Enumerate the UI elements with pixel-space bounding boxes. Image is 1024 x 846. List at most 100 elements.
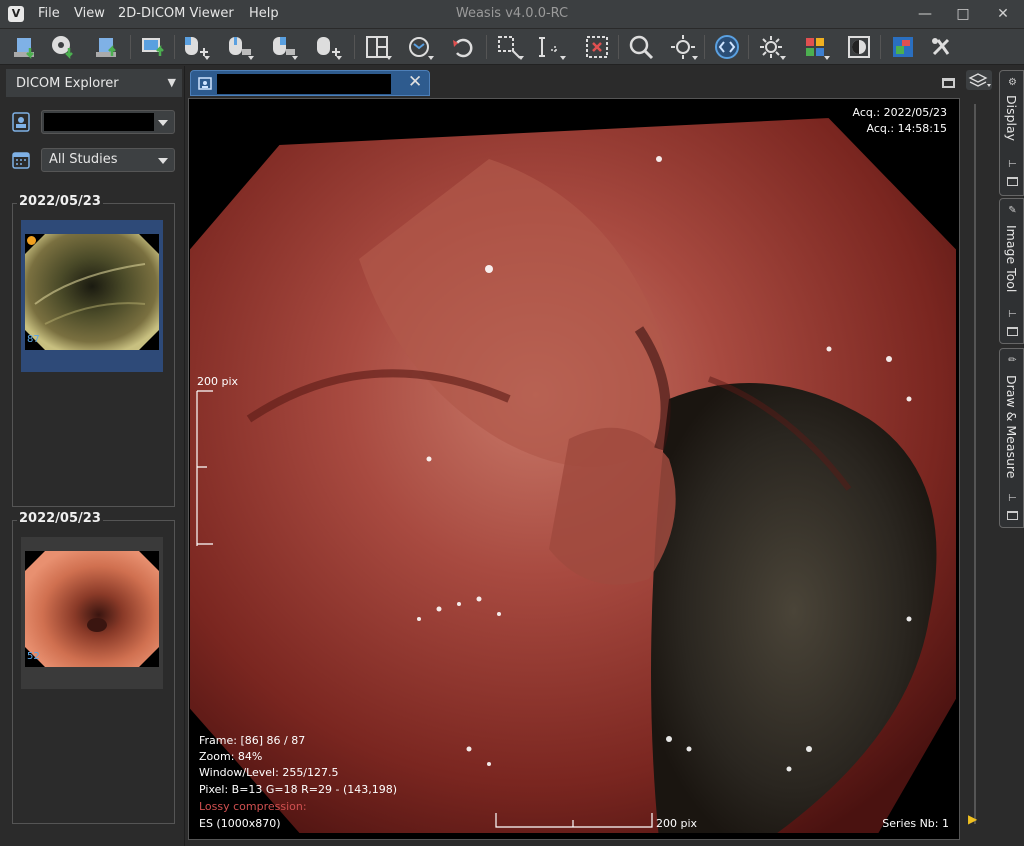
menu-help[interactable]: Help — [249, 6, 279, 21]
dicom-image-icon — [197, 75, 213, 91]
import-dicom-icon[interactable] — [10, 32, 40, 62]
tab-display-label: Display — [1004, 95, 1019, 142]
toolbar-separator — [174, 35, 175, 59]
mouse-wheel-pan-icon[interactable] — [312, 32, 342, 62]
study-group: 2022/05/23 87 — [12, 194, 175, 507]
image-viewer[interactable]: 200 pix Acq.: 2022/05/23 Acq.: 14:58:15 … — [188, 98, 960, 840]
maximize-viewer-icon[interactable] — [942, 78, 955, 88]
close-window-icon[interactable]: ✕ — [988, 4, 1018, 24]
vertical-scale-label: 200 pix — [197, 375, 239, 388]
patient-select[interactable] — [41, 110, 175, 134]
measure-line-icon[interactable] — [536, 32, 566, 62]
zoom-info: Zoom: 84% — [199, 750, 263, 763]
toolbar-separator — [130, 35, 131, 59]
status-dot-icon — [27, 236, 36, 245]
pixel-info: Pixel: B=13 G=18 R=29 - (143,198) — [199, 783, 398, 796]
tools-icon[interactable] — [926, 32, 956, 62]
toolbar-separator — [618, 35, 619, 59]
toolbar-separator — [486, 35, 487, 59]
title-bar: V File View 2D-DICOM Viewer Help Weasis … — [0, 0, 1024, 29]
pin-icon[interactable]: ⊢ — [1006, 309, 1019, 320]
mouse-right-stack-icon[interactable] — [268, 32, 298, 62]
acquisition-time: Acq.: 14:58:15 — [866, 122, 947, 135]
lossy-compression-warning: Lossy compression: — [199, 800, 307, 813]
thumbnail-frame-count: 87 — [27, 334, 40, 345]
float-window-icon[interactable] — [1007, 511, 1018, 520]
delete-measure-icon[interactable] — [582, 32, 612, 62]
vertical-scale-bar — [196, 390, 213, 546]
toolbar-separator — [354, 35, 355, 59]
mouse-left-pan-icon[interactable] — [180, 32, 210, 62]
float-window-icon[interactable] — [1007, 327, 1018, 336]
calendar-icon — [12, 150, 30, 170]
thumbnail-frame-count: 52 — [27, 651, 40, 662]
toolbar-separator — [748, 35, 749, 59]
tab-draw-measure[interactable]: ✏ Draw & Measure ⊢ — [999, 348, 1024, 528]
menu-2d-dicom-viewer[interactable]: 2D-DICOM Viewer — [118, 6, 234, 21]
toolbar-separator — [704, 35, 705, 59]
viewer-tab[interactable]: ✕ — [190, 70, 430, 96]
series-thumbnail[interactable]: 87 — [21, 220, 163, 372]
zoom-fit-icon[interactable] — [668, 32, 698, 62]
app-logo-icon: V — [8, 6, 24, 22]
tab-display[interactable]: ⚙ Display ⊢ — [999, 70, 1024, 196]
invert-icon[interactable] — [844, 32, 874, 62]
series-thumbnail-image — [25, 234, 159, 350]
window-level-info: Window/Level: 255/127.5 — [199, 766, 339, 779]
endoscopy-image — [189, 115, 958, 835]
frame-info: Frame: [86] 86 / 87 — [199, 734, 306, 747]
panel-title: DICOM Explorer — [16, 76, 119, 91]
frame-slider-track[interactable] — [974, 104, 976, 824]
series-number: Series Nb: 1 — [882, 817, 949, 830]
zoom-icon[interactable] — [626, 32, 656, 62]
dicom-explorer-panel: DICOM Explorer ▼ All Studies 2022/05/23 — [0, 66, 185, 846]
cine-icon[interactable] — [712, 32, 742, 62]
toolbar — [0, 29, 1024, 65]
layout-icon[interactable] — [362, 32, 392, 62]
menu-view[interactable]: View — [74, 6, 105, 21]
brightness-icon[interactable] — [756, 32, 786, 62]
measure-select-icon[interactable] — [494, 32, 524, 62]
restore-icon[interactable]: □ — [948, 4, 978, 24]
viewer-tabs: ✕ — [188, 66, 960, 98]
menu-file[interactable]: File — [38, 6, 60, 21]
tab-draw-measure-label: Draw & Measure — [1004, 375, 1019, 479]
tab-image-tool-label: Image Tool — [1004, 225, 1019, 293]
right-dock: ▶ ⚙ Display ⊢ ✎ Image Tool ⊢ ✏ Draw & Me… — [962, 66, 1024, 846]
series-thumbnail[interactable]: 52 — [21, 537, 163, 689]
patient-icon — [12, 112, 30, 132]
studies-filter-value: All Studies — [49, 152, 118, 167]
modality-info: ES (1000x870) — [199, 817, 281, 830]
export-dicom-icon[interactable] — [92, 32, 122, 62]
display-settings-icon[interactable] — [888, 32, 918, 62]
study-group: 2022/05/23 52 — [12, 511, 175, 824]
acquisition-date: Acq.: 2022/05/23 — [852, 106, 947, 119]
mouse-middle-layers-icon[interactable] — [224, 32, 254, 62]
float-window-icon[interactable] — [1007, 177, 1018, 186]
study-date: 2022/05/23 — [17, 511, 103, 526]
study-date: 2022/05/23 — [17, 194, 103, 209]
panel-menu-icon[interactable]: ▼ — [168, 76, 176, 89]
reset-icon[interactable] — [448, 32, 478, 62]
horizontal-scale-label: 200 pix — [656, 817, 698, 830]
viewer-tab-label — [217, 74, 391, 94]
export-image-icon[interactable] — [138, 32, 168, 62]
studies-filter-select[interactable]: All Studies — [41, 148, 175, 172]
tab-image-tool[interactable]: ✎ Image Tool ⊢ — [999, 198, 1024, 344]
minimize-icon[interactable]: — — [910, 4, 940, 24]
lut-icon[interactable] — [800, 32, 830, 62]
panel-header: DICOM Explorer ▼ — [6, 69, 182, 97]
pin-icon[interactable]: ⊢ — [1006, 493, 1019, 504]
synchronize-icon[interactable] — [404, 32, 434, 62]
patient-value — [44, 113, 154, 131]
close-tab-icon[interactable]: ✕ — [408, 72, 422, 92]
image-tool-icon: ✎ — [1008, 205, 1017, 216]
series-thumbnail-image — [25, 551, 159, 667]
draw-measure-icon: ✏ — [1008, 355, 1017, 366]
pin-icon[interactable]: ⊢ — [1006, 159, 1019, 170]
chevron-down-icon — [158, 120, 168, 126]
layers-button[interactable] — [966, 70, 992, 90]
frame-slider-thumb[interactable]: ▶ — [968, 812, 980, 826]
horizontal-scale-bar — [495, 813, 653, 828]
import-cd-icon[interactable] — [48, 32, 78, 62]
